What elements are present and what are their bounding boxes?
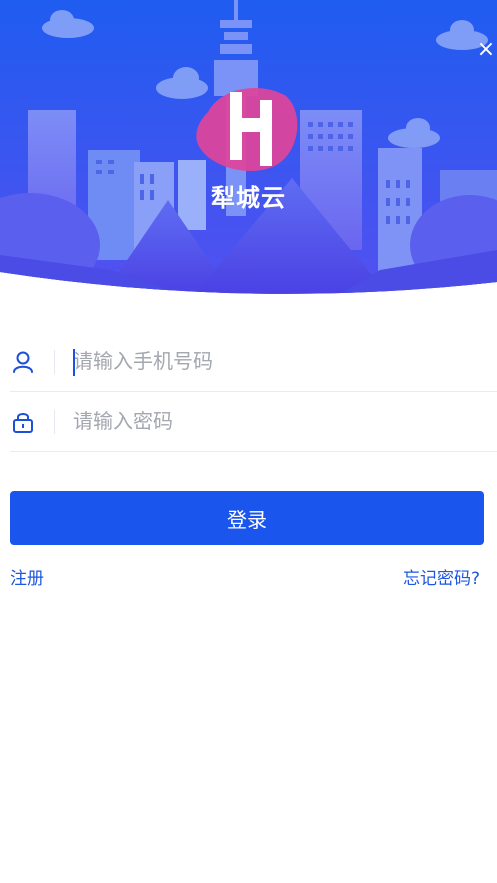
phone-input[interactable] [73,339,473,383]
field-divider [54,350,55,374]
user-icon [13,351,33,373]
close-button[interactable]: × [475,38,497,62]
password-input[interactable] [73,399,473,443]
header-banner: 犁城云 [0,0,497,300]
register-link[interactable]: 注册 [10,564,44,589]
phone-field [10,331,497,392]
password-field [10,391,497,452]
lock-icon [13,413,33,433]
login-button[interactable]: 登录 [10,491,484,545]
brand-name: 犁城云 [211,184,286,212]
city-illustration [0,0,497,294]
field-divider [54,410,55,434]
forgot-password-link[interactable]: 忘记密码? [403,564,480,589]
text-cursor [73,349,75,376]
close-icon: × [476,37,496,62]
